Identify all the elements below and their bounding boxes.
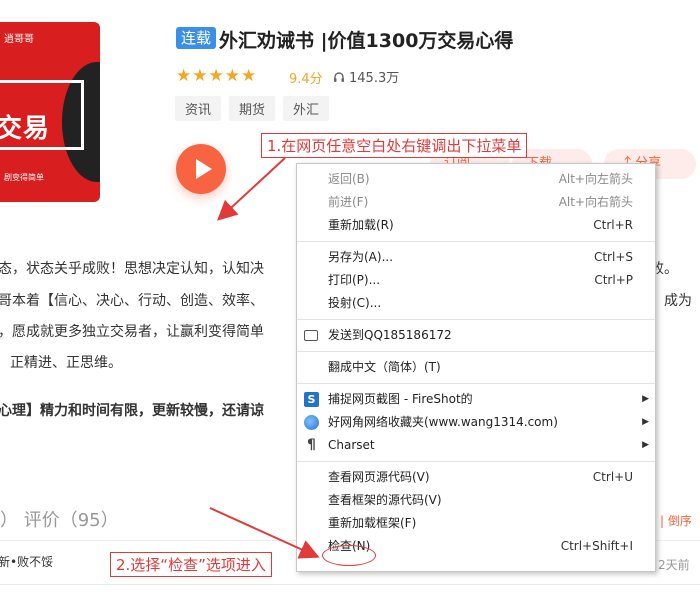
annotation-step-1: 1.在网页任意空白处右键调出下拉菜单 [261, 133, 528, 158]
annotation-arrow-2 [209, 507, 320, 559]
annotation-arrow-1 [217, 157, 286, 221]
annotation-arrows [209, 157, 320, 559]
annotation-step-2: 2.选择“检查”选项进入 [110, 552, 272, 577]
